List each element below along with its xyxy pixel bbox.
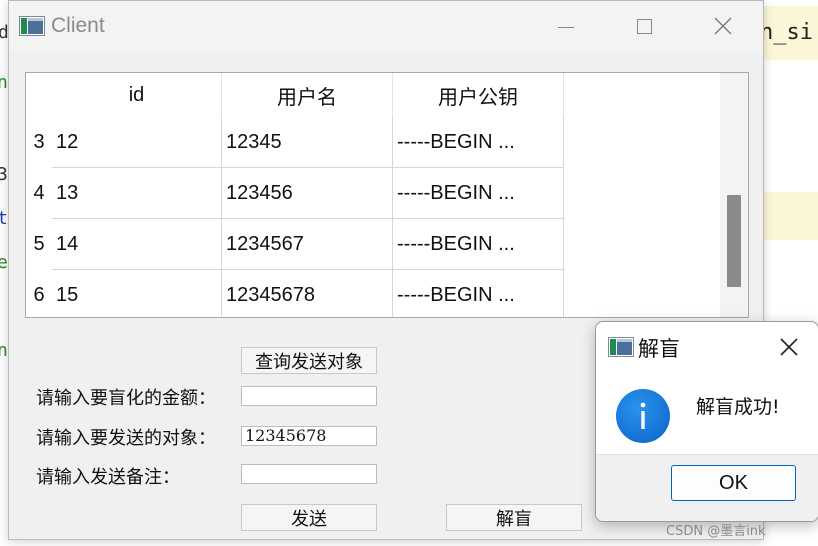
table-cell-pubkey[interactable]: -----BEGIN ...	[393, 219, 564, 270]
table-corner	[26, 73, 52, 117]
send-button[interactable]: 发送	[241, 504, 377, 531]
ok-button[interactable]: OK	[671, 465, 796, 501]
amount-label: 请输入要盲化的金额：	[36, 388, 216, 409]
amount-input[interactable]	[241, 386, 377, 406]
editor-code-fragment: n_si	[760, 20, 813, 45]
table-cell-username[interactable]: 12345	[222, 117, 393, 168]
row-header[interactable]: 6	[26, 270, 52, 317]
table-cell-pubkey[interactable]: -----BEGIN ...	[393, 270, 564, 317]
unblind-button[interactable]: 解盲	[446, 504, 582, 531]
table-cell-username[interactable]: 12345678	[222, 270, 393, 317]
table-cell-id[interactable]: 15	[52, 270, 222, 317]
target-label: 请输入要发送的对象：	[36, 428, 216, 449]
close-icon	[714, 17, 732, 35]
column-header-pubkey[interactable]: 用户公钥	[393, 73, 564, 117]
dialog-message: 解盲成功!	[696, 396, 780, 418]
table-vertical-scrollbar[interactable]	[720, 73, 748, 317]
table-cell-id[interactable]: 12	[52, 117, 222, 168]
editor-gutter-char: t	[0, 208, 8, 229]
note-input[interactable]	[241, 464, 377, 484]
editor-gutter-char: n	[0, 340, 8, 361]
query-recipients-button[interactable]: 查询发送对象	[241, 347, 377, 374]
dialog-footer: OK	[596, 454, 818, 521]
dialog-close-button[interactable]	[776, 334, 802, 360]
recipient-table[interactable]: id 用户名 用户公钥 3 12 12345 -----BEGIN ... 4 …	[25, 72, 749, 318]
title-bar[interactable]: Client	[9, 1, 763, 53]
table-cell-id[interactable]: 13	[52, 168, 222, 219]
editor-highlight-middle	[762, 192, 818, 240]
table-cell-pubkey[interactable]: -----BEGIN ...	[393, 168, 564, 219]
table-cell-pubkey[interactable]: -----BEGIN ...	[393, 117, 564, 168]
table-cell-id[interactable]: 14	[52, 219, 222, 270]
table-cell-username[interactable]: 123456	[222, 168, 393, 219]
unblind-dialog: 解盲 解盲成功! OK	[595, 321, 818, 522]
app-window-icon	[19, 16, 45, 36]
minimize-button[interactable]	[530, 1, 600, 53]
minimize-icon	[558, 27, 574, 28]
window-title: Client	[51, 14, 105, 37]
column-header-id[interactable]: id	[52, 73, 222, 117]
close-icon	[780, 338, 798, 356]
scrollbar-thumb[interactable]	[727, 195, 741, 287]
dialog-app-icon	[608, 337, 634, 357]
table-cell-username[interactable]: 1234567	[222, 219, 393, 270]
column-header-username[interactable]: 用户名	[222, 73, 393, 117]
maximize-button[interactable]	[609, 1, 679, 53]
editor-gutter-char: n	[0, 72, 8, 93]
watermark: CSDN @墨言ink	[666, 524, 766, 539]
close-button[interactable]	[687, 1, 757, 53]
target-input[interactable]: 12345678	[241, 426, 377, 446]
row-header[interactable]: 4	[26, 168, 52, 219]
note-label: 请输入发送备注：	[36, 467, 180, 488]
editor-gutter-char: 3	[0, 164, 8, 185]
dialog-title: 解盲	[638, 337, 680, 361]
maximize-icon	[637, 19, 652, 34]
editor-gutter-char: e	[0, 252, 8, 273]
info-icon	[616, 389, 670, 443]
row-header[interactable]: 5	[26, 219, 52, 270]
row-header[interactable]: 3	[26, 117, 52, 168]
